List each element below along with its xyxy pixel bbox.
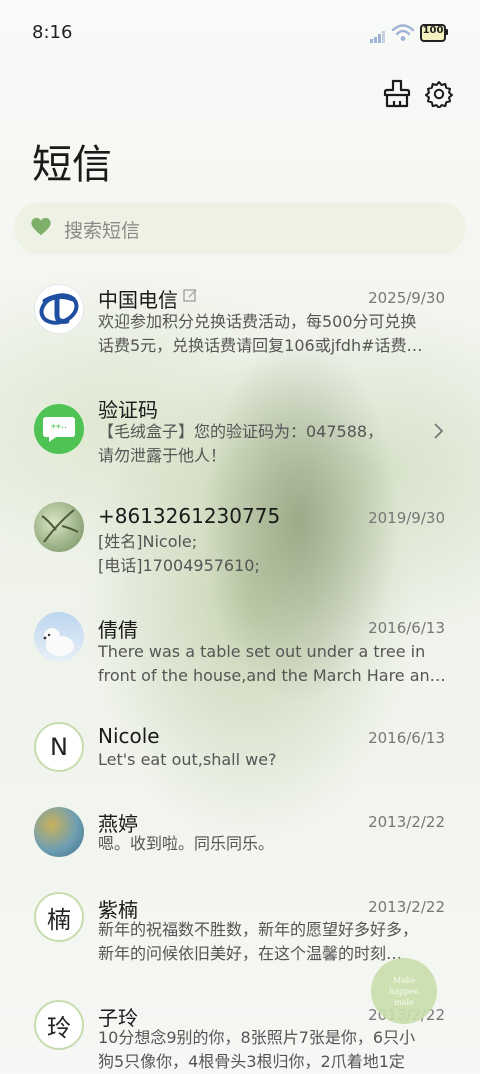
conversation-item[interactable]: 燕婷 2013/2/22 嗯。收到啦。同乐同乐。 [0,802,480,882]
message-preview-line2: 话费5元，兑换话费请回复106或jfdh#话费… [98,336,423,355]
gear-icon [425,81,453,108]
message-preview-line1: 【毛绒盒子】您的验证码为：047588， [98,422,384,441]
svg-text:**··: **·· [51,423,67,434]
message-preview-line1: 新年的祝福数不胜数，新年的愿望好多好多， [98,920,419,939]
message-date: 2013/2/22 [368,898,445,916]
sms-avatar: **·· [34,404,84,454]
contact-name: +8613261230775 [98,504,281,528]
status-time: 8:16 [32,22,73,43]
settings-button[interactable] [423,78,455,110]
heart-icon [30,216,52,242]
contact-avatar: 玲 [34,1000,84,1050]
message-preview-line1: 10分想念9别的你，8张照片7张是你，6只小 [98,1028,416,1047]
message-preview-line1: Let's eat out,shall we? [98,750,277,769]
conversation-item[interactable]: +8613261230775 2019/9/30 [姓名]Nicole; [电话… [0,496,480,596]
polar-bear-avatar [34,612,84,662]
message-preview-line1: 嗯。收到啦。同乐同乐。 [98,834,275,853]
contact-name: 中国电信 [98,288,178,312]
message-preview-line2: [电话]17004957610; [98,556,260,575]
message-preview-line1: 欢迎参加积分兑换话费活动，每500分可兑换 [98,312,417,331]
message-preview-line2: 新年的问候依旧美好，在这个温馨的时刻… [98,944,403,963]
compose-fab-button[interactable]: Make happen male [371,958,437,1024]
message-date: 2019/9/30 [368,509,445,527]
signal-icon [370,28,386,47]
message-preview-line2: 狗5只像你，4根骨头3根归你，2爪着地1定 [98,1052,405,1071]
status-bar: 8:16 100 [0,0,480,66]
china-telecom-avatar [34,284,84,334]
fab-text-line3: male [394,997,414,1007]
search-bar[interactable]: 搜索短信 [14,202,466,254]
conversation-item[interactable]: 倩倩 2016/6/13 There was a table set out u… [0,606,480,706]
message-preview-line1: [姓名]Nicole; [98,532,198,551]
contact-avatar [34,807,84,857]
contact-name: 验证码 [98,398,158,422]
battery-level: 100 [422,25,444,36]
message-preview-line2: front of the house,and the March Hare an… [98,666,446,685]
message-date: 2016/6/13 [368,729,445,747]
wifi-icon [391,24,415,46]
contact-avatar: 楠 [34,892,84,942]
fab-text-line2: happen [388,986,420,996]
page-title: 短信 [32,142,112,188]
search-placeholder: 搜索短信 [64,220,141,242]
conversation-item[interactable]: **·· 验证码 【毛绒盒子】您的验证码为：047588， 请勿泄露于他人！ [0,386,480,486]
message-preview-line2: 请勿泄露于他人！ [98,446,227,465]
edit-note-icon [183,288,198,307]
fab-text-line1: Make [392,975,416,985]
message-date: 2013/2/22 [368,813,445,831]
message-date: 2016/6/13 [368,619,445,637]
contact-name: Nicole [98,724,160,748]
brush-icon [383,79,411,108]
clean-brush-button[interactable] [381,78,413,110]
contact-avatar: N [34,722,84,772]
contact-name: 倩倩 [98,618,138,642]
chat-bubble-icon: **·· [43,417,75,442]
message-date: 2025/9/30 [368,289,445,307]
contact-avatar [34,502,84,552]
chevron-right-icon[interactable] [433,422,445,444]
battery-icon: 100 [420,22,448,42]
message-preview-line1: There was a table set out under a tree i… [98,642,426,661]
conversation-item[interactable]: 中国电信 2025/9/30 欢迎参加积分兑换话费活动，每500分可兑换 话费5… [0,276,480,376]
conversation-item[interactable]: N Nicole 2016/6/13 Let's eat out,shall w… [0,716,480,796]
